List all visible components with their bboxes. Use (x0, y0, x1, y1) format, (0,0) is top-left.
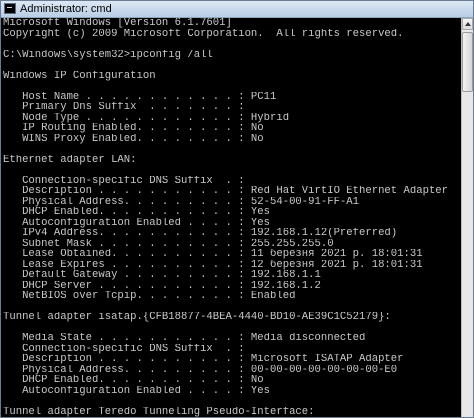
arrow-up-icon[interactable] (462, 18, 473, 30)
console-line: Media State . . . . . . . . . . . : Medi… (3, 333, 366, 344)
console-line: Tunnel adapter Teredo Tunneling Pseudo-I… (3, 406, 315, 417)
console-line: IPv4 Address. . . . . . . . . . . : 192.… (3, 228, 398, 239)
console-line: Microsoft Windows [Version 6.1.7601] (3, 18, 232, 29)
console-line: C:\Windows\system32>ipconfig /all (3, 49, 213, 60)
console-line: Ethernet adapter LAN: (3, 154, 137, 165)
console-line: Autoconfiguration Enabled . . . . : Yes (3, 217, 271, 228)
console-line: Node Type . . . . . . . . . . . . : Hybr… (3, 112, 290, 123)
title-bar[interactable]: Administrator: cmd (1, 1, 473, 18)
vertical-scrollbar[interactable] (461, 18, 473, 417)
console-line: Subnet Mask . . . . . . . . . . . : 255.… (3, 238, 334, 249)
console-line: IP Routing Enabled. . . . . . . . : No (3, 123, 264, 134)
console-line: Description . . . . . . . . . . . : Red … (3, 186, 449, 197)
console-line: Host Name . . . . . . . . . . . . : PC11 (3, 91, 277, 102)
console-line: Lease Expires . . . . . . . . . . : 12 б… (3, 259, 423, 270)
console-line: Physical Address. . . . . . . . . : 52-5… (3, 196, 360, 207)
console-line: DHCP Enabled. . . . . . . . . . . : No (3, 375, 264, 386)
console-line: WINS Proxy Enabled. . . . . . . . : No (3, 133, 264, 144)
console-line: NetBIOS over Tcpip. . . . . . . . : Enab… (3, 291, 296, 302)
console-line: Default Gateway . . . . . . . . . : 192.… (3, 270, 321, 281)
console-line: Description . . . . . . . . . . . : Micr… (3, 354, 404, 365)
console-line: Copyright (c) 2009 Microsoft Corporation… (3, 28, 404, 39)
console-line: Tunnel adapter isatap.{CFB18877-4BEA-444… (3, 312, 391, 323)
console-line: Physical Address. . . . . . . . . : 00-0… (3, 364, 398, 375)
console-line: Connection-specific DNS Suffix . : (3, 343, 245, 354)
console-line: Windows IP Configuration (3, 70, 156, 81)
console-line: Lease Obtained. . . . . . . . . . : 11 б… (3, 249, 423, 260)
console-output[interactable]: Microsoft Windows [Version 6.1.7601] Copy… (3, 18, 461, 417)
cmd-window: Administrator: cmd Microsoft Windows [Ve… (0, 0, 474, 418)
window-title: Administrator: cmd (20, 3, 112, 15)
console-line: DHCP Enabled. . . . . . . . . . . : Yes (3, 207, 271, 218)
console-line: Autoconfiguration Enabled . . . . : Yes (3, 385, 271, 396)
console-line: Primary Dns Suffix . . . . . . . : (3, 102, 245, 113)
console-line: DHCP Server . . . . . . . . . . . : 192.… (3, 280, 321, 291)
cmd-console-icon[interactable] (4, 3, 16, 14)
console-line: Connection-specific DNS Suffix . : (3, 175, 245, 186)
scroll-thumb[interactable] (462, 32, 473, 92)
